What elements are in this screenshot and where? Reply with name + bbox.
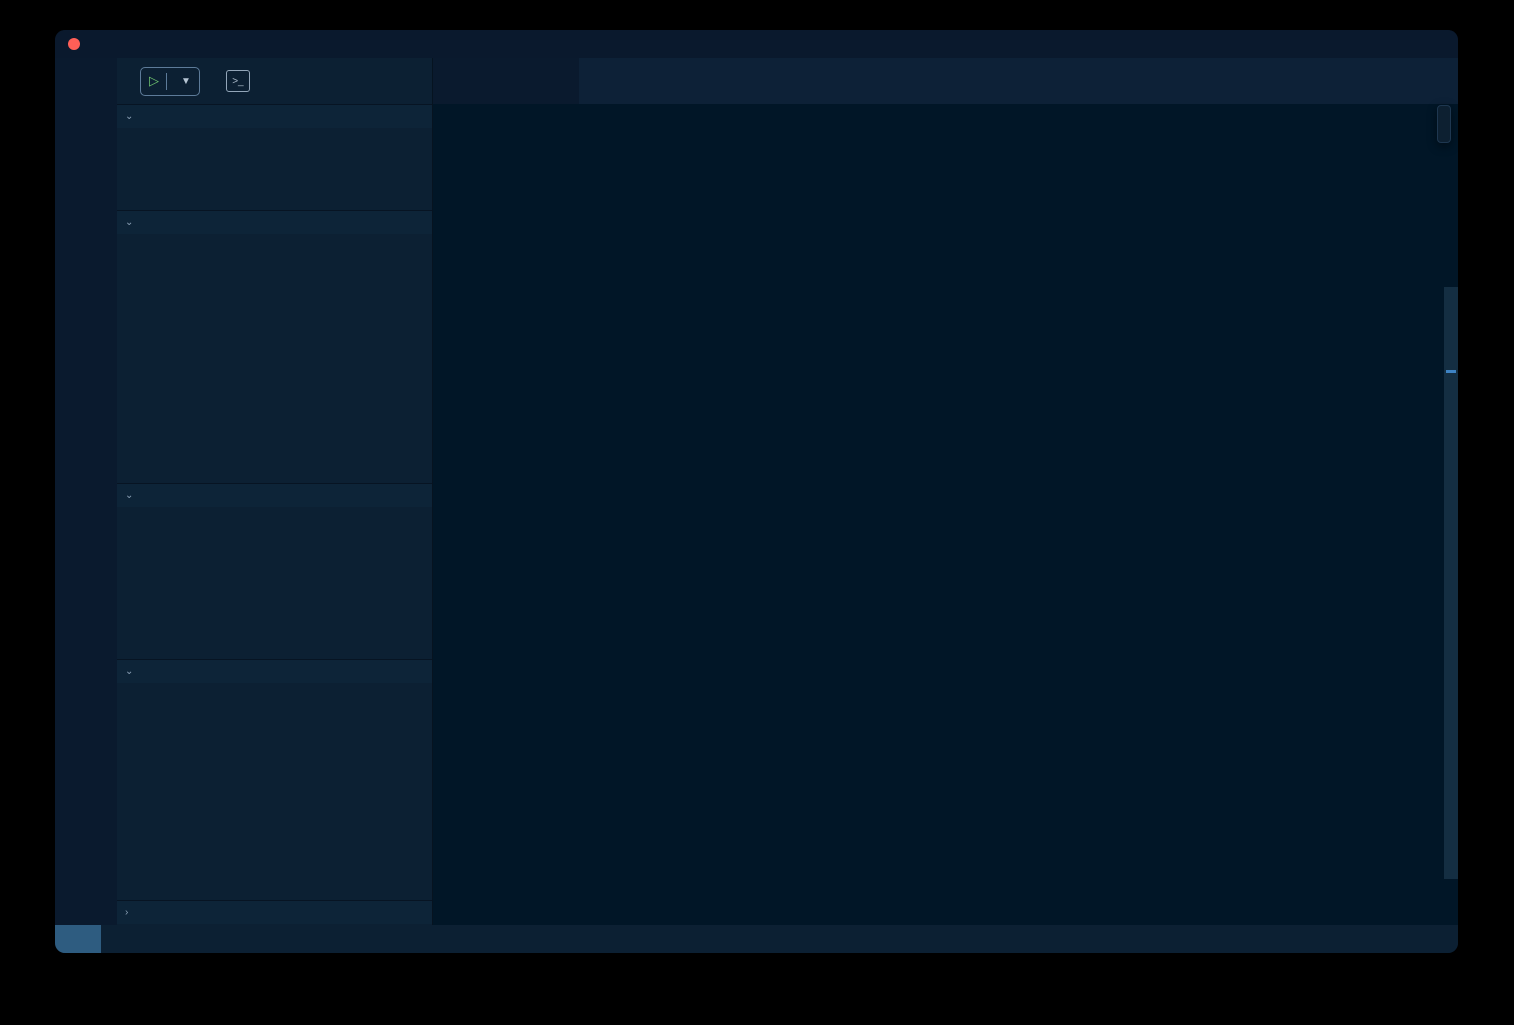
breadcrumb: [433, 104, 1458, 130]
tab-strip: [433, 58, 1458, 104]
watch-section-header[interactable]: ⌄: [117, 483, 432, 507]
debug-sidebar: ▷ ▼ >_ ⌄ ⌄: [117, 58, 433, 925]
editor-scrollbar[interactable]: [1444, 287, 1458, 879]
run-controls: ▷ ▼ >_: [117, 58, 432, 104]
remote-indicator[interactable]: [55, 925, 101, 953]
chevron-down-icon: ▼: [181, 76, 191, 87]
overview-ruler-mark: [1446, 370, 1456, 373]
debug-toolbar: [1437, 105, 1451, 143]
debug-console-button[interactable]: >_: [226, 70, 250, 92]
code-editor[interactable]: [433, 130, 1458, 925]
chevron-down-icon: ⌄: [125, 217, 135, 228]
start-debug-icon[interactable]: ▷: [149, 73, 159, 89]
divider: [166, 73, 167, 90]
chevron-right-icon: ›: [125, 907, 135, 918]
chevron-down-icon: ⌄: [125, 111, 135, 122]
chevron-down-icon: ⌄: [125, 666, 135, 677]
status-bar: [55, 925, 1458, 953]
vscode-window: ▷ ▼ >_ ⌄ ⌄: [55, 30, 1458, 953]
activity-bar: [55, 58, 117, 925]
titlebar: [55, 30, 1458, 58]
editor-group: [433, 58, 1458, 925]
window-title: [55, 30, 1458, 58]
screen: ▷ ▼ >_ ⌄ ⌄: [0, 0, 1514, 1025]
loaded-scripts-section-header[interactable]: ›: [117, 900, 432, 924]
breakpoints-section-header[interactable]: ⌄: [117, 104, 432, 128]
tab-index-ts[interactable]: [433, 58, 579, 104]
launch-configuration-dropdown[interactable]: ▷ ▼: [140, 67, 200, 96]
call-stack-section-header[interactable]: ⌄: [117, 659, 432, 683]
chevron-down-icon: ⌄: [125, 490, 135, 501]
variables-section-header[interactable]: ⌄: [117, 210, 432, 234]
